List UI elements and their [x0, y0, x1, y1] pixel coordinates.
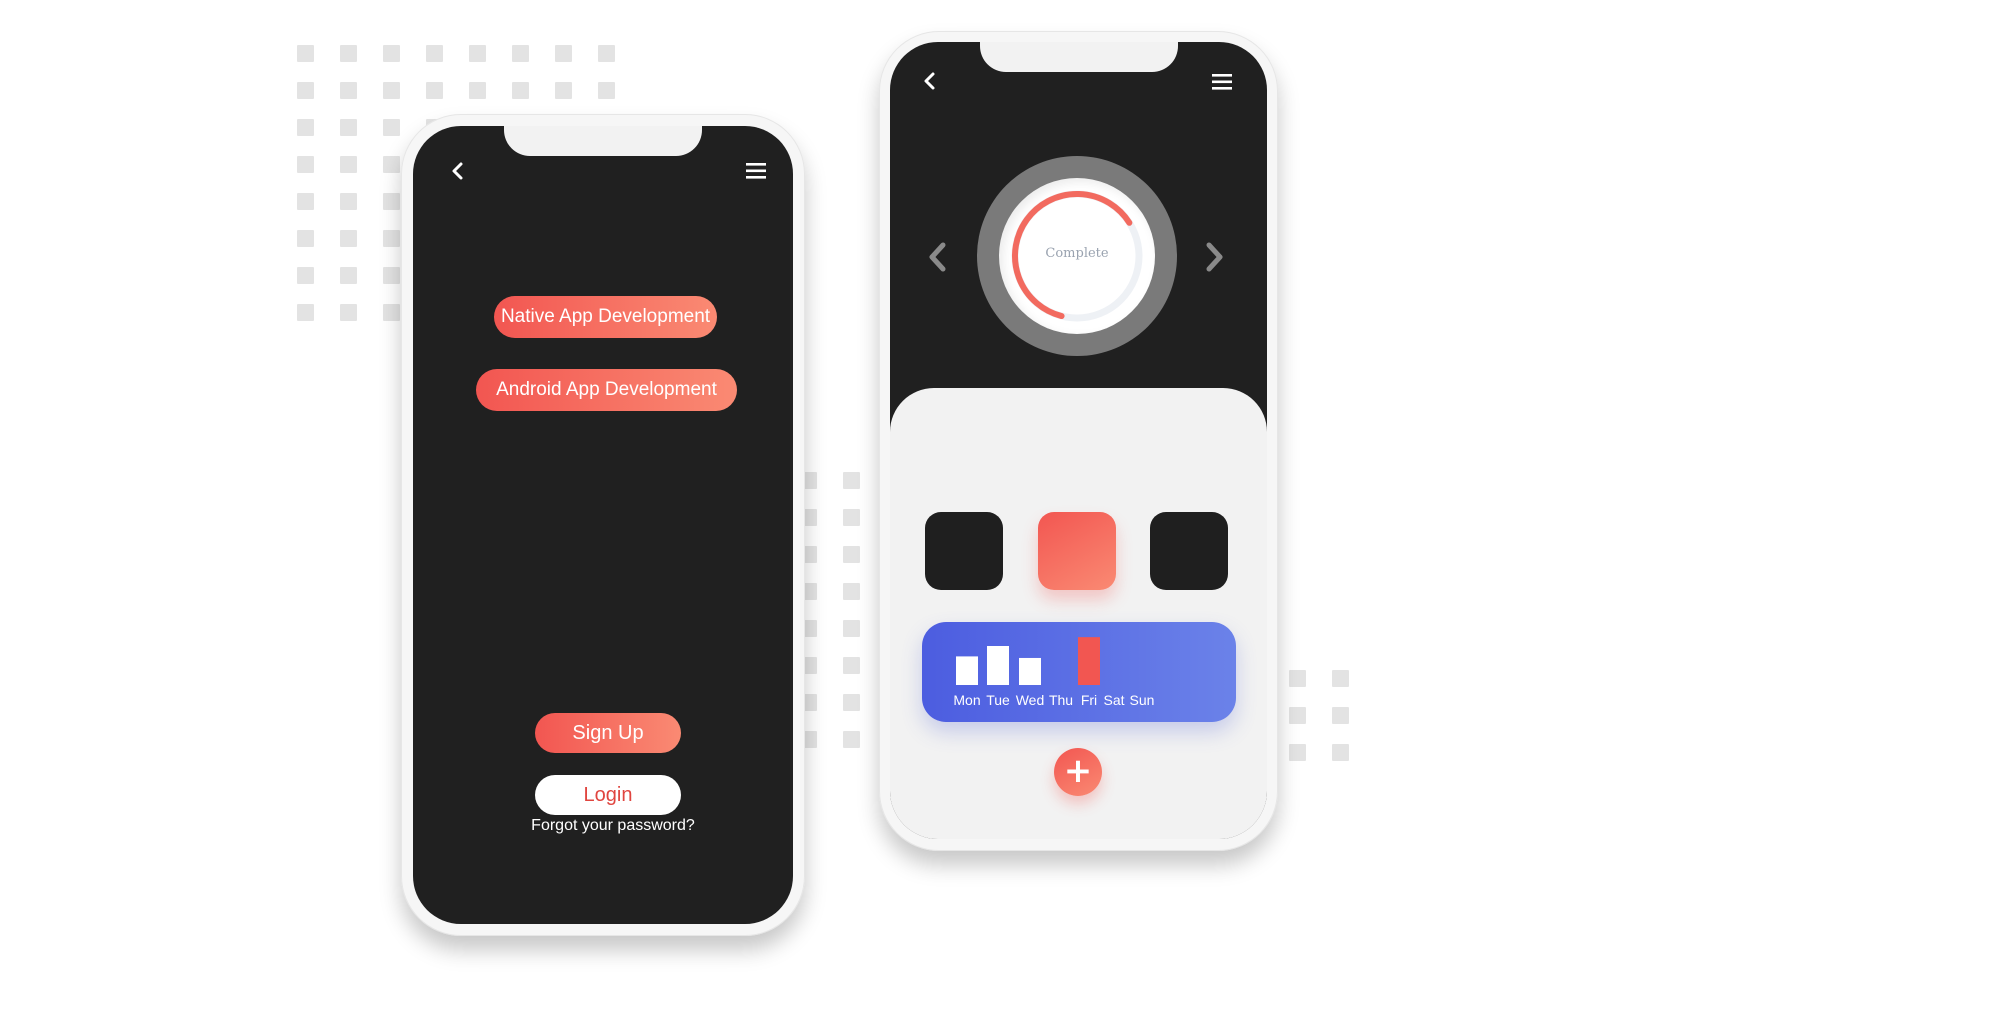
- week-bar-fri: [1078, 637, 1100, 685]
- phone-notch: [979, 42, 1178, 72]
- progress-gauge: Complete: [977, 156, 1177, 356]
- decorative-dot: [340, 230, 357, 247]
- decorative-dot: [843, 657, 860, 674]
- forgot-password-link[interactable]: Forgot your password?: [503, 817, 723, 835]
- week-bar-mon: [956, 656, 978, 685]
- decorative-dot: [843, 694, 860, 711]
- decorative-dot: [383, 156, 400, 173]
- decorative-dot: [297, 267, 314, 284]
- decorative-dot: [1289, 707, 1306, 724]
- decorative-dot: [1332, 707, 1349, 724]
- decorative-dot: [843, 509, 860, 526]
- decorative-dot: [512, 82, 529, 99]
- decorative-dot: [1332, 744, 1349, 761]
- decorative-dot: [340, 82, 357, 99]
- day-label-wed: Wed: [1015, 692, 1045, 708]
- week-bar-wed: [1019, 657, 1041, 685]
- category-tile[interactable]: [925, 512, 1003, 590]
- week-bar-tue: [987, 646, 1009, 685]
- dashboard-phone-mockup: Complete Mon Tue Wed Thu Fri Sat Sun +: [879, 31, 1278, 851]
- decorative-dot: [297, 45, 314, 62]
- decorative-dot: [340, 193, 357, 210]
- day-label-mon: Mon: [953, 692, 981, 708]
- decorative-dot: [297, 193, 314, 210]
- category-tile[interactable]: [1150, 512, 1228, 590]
- decorative-dot: [383, 193, 400, 210]
- day-label-thu: Thu: [1048, 692, 1074, 708]
- day-label-tue: Tue: [986, 692, 1010, 708]
- login-screen: Native App Development Android App Devel…: [413, 126, 793, 924]
- decorative-dot: [598, 45, 615, 62]
- add-button[interactable]: +: [1054, 748, 1102, 796]
- login-phone-mockup: Native App Development Android App Devel…: [401, 114, 805, 936]
- decorative-dot: [297, 119, 314, 136]
- decorative-dot: [598, 82, 615, 99]
- decorative-dot: [843, 620, 860, 637]
- decorative-dot: [469, 45, 486, 62]
- decorative-dot: [843, 583, 860, 600]
- dashboard-screen: Complete Mon Tue Wed Thu Fri Sat Sun +: [890, 42, 1267, 839]
- decorative-dot: [1332, 670, 1349, 687]
- tag-android-app-development[interactable]: Android App Development: [476, 369, 737, 411]
- day-label-sun: Sun: [1129, 692, 1155, 708]
- decorative-dot: [383, 304, 400, 321]
- decorative-dot: [383, 82, 400, 99]
- decorative-dot: [297, 156, 314, 173]
- decorative-dot: [555, 82, 572, 99]
- sign-up-button[interactable]: Sign Up: [535, 713, 681, 753]
- decorative-dot: [426, 82, 443, 99]
- day-label-sat: Sat: [1103, 692, 1125, 708]
- menu-icon[interactable]: [1210, 71, 1234, 93]
- login-button[interactable]: Login: [535, 775, 681, 815]
- weekly-activity-card: Mon Tue Wed Thu Fri Sat Sun: [922, 622, 1236, 722]
- decorative-dot: [340, 304, 357, 321]
- decorative-dot: [469, 82, 486, 99]
- decorative-dot: [843, 472, 860, 489]
- decorative-dot: [340, 45, 357, 62]
- decorative-dot: [843, 546, 860, 563]
- progress-gauge-dial: Complete: [999, 178, 1155, 334]
- decorative-dot: [1289, 744, 1306, 761]
- decorative-dot: [383, 230, 400, 247]
- tag-native-app-development[interactable]: Native App Development: [494, 296, 717, 338]
- decorative-dot: [297, 304, 314, 321]
- decorative-dot-grid: [800, 472, 886, 768]
- category-tile-selected[interactable]: [1038, 512, 1116, 590]
- back-icon[interactable]: [919, 70, 941, 92]
- back-icon[interactable]: [447, 160, 469, 182]
- decorative-dot: [297, 230, 314, 247]
- decorative-dot: [512, 45, 529, 62]
- decorative-dot: [297, 82, 314, 99]
- phone-notch: [504, 126, 702, 156]
- menu-icon[interactable]: [744, 160, 768, 182]
- decorative-dot: [1289, 670, 1306, 687]
- decorative-dot: [555, 45, 572, 62]
- chevron-right-icon[interactable]: [1202, 241, 1226, 278]
- decorative-dot: [843, 731, 860, 748]
- chevron-left-icon[interactable]: [926, 241, 950, 278]
- decorative-dot: [426, 45, 443, 62]
- decorative-dot: [383, 119, 400, 136]
- gauge-label: Complete: [1045, 246, 1109, 261]
- decorative-dot: [340, 267, 357, 284]
- decorative-dot: [340, 156, 357, 173]
- decorative-dot: [340, 119, 357, 136]
- decorative-dot: [383, 267, 400, 284]
- decorative-dot: [383, 45, 400, 62]
